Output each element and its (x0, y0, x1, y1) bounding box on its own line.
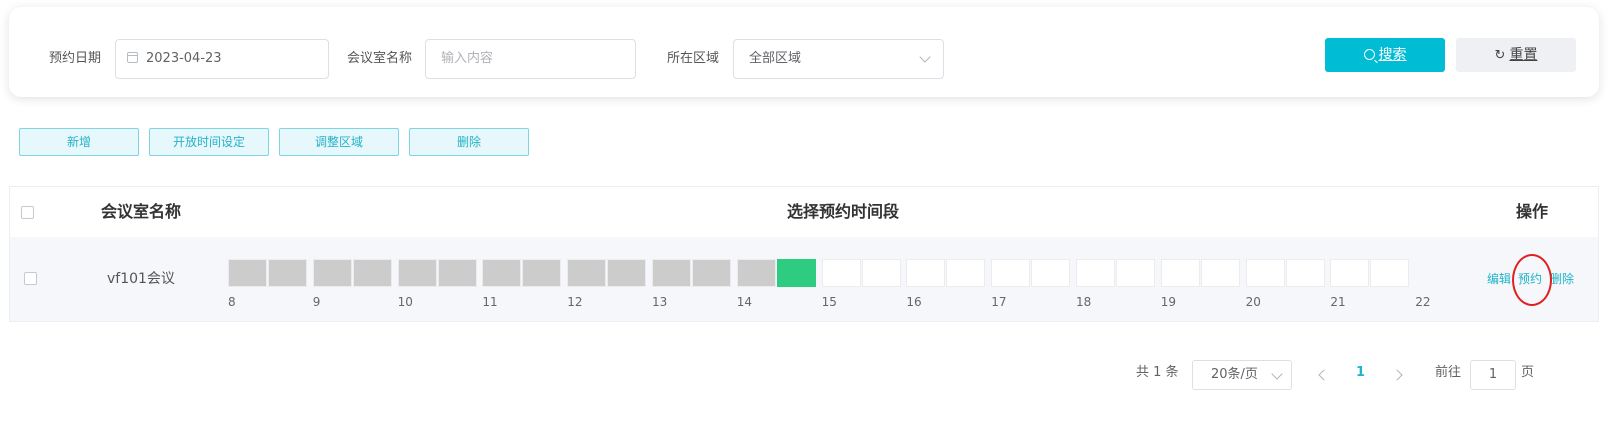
room-name-cell: vf101会议 (107, 271, 175, 287)
refresh-icon: ↻ (1494, 48, 1506, 63)
timeslot-free[interactable] (1285, 259, 1325, 287)
timeslot-free[interactable] (1370, 259, 1410, 287)
page-size-select[interactable]: 20条/页 (1192, 360, 1292, 390)
room-name-placeholder: 输入内容 (441, 51, 494, 66)
table-header: 会议室名称 选择预约时间段 操作 (10, 187, 1598, 238)
timeslot-free[interactable] (991, 259, 1031, 287)
reset-button-label: 重置 (1509, 47, 1538, 63)
hour-tick-label: 17 (991, 295, 1007, 309)
search-icon (1363, 49, 1375, 60)
room-name-input[interactable]: 输入内容 (425, 39, 636, 79)
room-table: 会议室名称 选择预约时间段 操作 vf101会议 8 9 10 11 12 13 14 15 1… (9, 186, 1599, 322)
total-count: 共 1 条 (1136, 365, 1179, 380)
timeslot-free[interactable] (1245, 259, 1285, 287)
next-page-icon[interactable] (1391, 369, 1403, 381)
hour-tick-label: 10 (397, 295, 413, 309)
timeslot-free[interactable] (861, 259, 901, 287)
chevron-down-icon (919, 51, 931, 63)
col-room-name: 会议室名称 (101, 202, 182, 221)
delete-selected-button[interactable]: 删除 (409, 128, 529, 156)
timeslot-booked[interactable] (352, 259, 392, 287)
hour-tick-label: 20 (1245, 295, 1261, 309)
hour-tick-label: 18 (1076, 295, 1092, 309)
timeslot-booked[interactable] (692, 259, 731, 287)
hour-tick-label: 22 (1415, 295, 1431, 309)
current-page[interactable]: 1 (1356, 358, 1365, 388)
goto-page-value: 1 (1488, 367, 1498, 382)
adjust-area-button[interactable]: 调整区域 (279, 128, 399, 156)
timeslot-booked[interactable] (397, 259, 437, 287)
timeslot-free[interactable] (1116, 259, 1155, 287)
area-label: 所在区域 (667, 51, 720, 66)
calendar-icon (127, 52, 138, 63)
goto-page-input[interactable]: 1 (1470, 360, 1516, 390)
timeslot-booked[interactable] (268, 259, 307, 287)
timeslot-booked[interactable] (522, 259, 562, 287)
hour-tick-label: 11 (482, 295, 498, 309)
delete-link[interactable]: 删除 (1550, 237, 1574, 321)
timeslot-booked[interactable] (607, 259, 647, 287)
chevron-down-icon (1271, 368, 1283, 380)
prev-page-icon[interactable] (1318, 369, 1330, 381)
room-name-label: 会议室名称 (347, 51, 413, 66)
row-checkbox[interactable] (24, 272, 37, 285)
highlight-circle (1512, 254, 1552, 306)
add-button[interactable]: 新增 (19, 128, 139, 156)
timeslot-booked[interactable] (482, 259, 522, 287)
goto-prefix: 前往 (1435, 365, 1462, 380)
timeslot-free[interactable] (1076, 259, 1115, 287)
date-picker[interactable]: 2023-04-23 (115, 39, 329, 79)
timeslot-selected[interactable] (776, 259, 816, 287)
col-operations: 操作 (1516, 202, 1549, 221)
timeslot-free[interactable] (1200, 259, 1240, 287)
hour-tick-label: 9 (312, 295, 321, 309)
select-all-checkbox[interactable] (21, 206, 34, 219)
hour-tick-label: 8 (228, 295, 236, 309)
timeslot-booked[interactable] (736, 259, 776, 287)
hour-tick-label: 14 (736, 295, 753, 309)
date-value: 2023-04-23 (146, 51, 222, 66)
col-timeslot: 选择预约时间段 (787, 202, 900, 221)
timeslot-free[interactable] (821, 259, 861, 287)
area-select[interactable]: 全部区域 (733, 39, 944, 79)
timeslot-free[interactable] (1031, 259, 1071, 287)
date-label: 预约日期 (49, 51, 102, 66)
open-time-button[interactable]: 开放时间设定 (149, 128, 269, 156)
search-button[interactable]: 搜索 (1325, 38, 1445, 72)
timeslot-booked[interactable] (228, 259, 267, 287)
edit-link[interactable]: 编辑 (1487, 237, 1511, 321)
timeslot-booked[interactable] (437, 259, 477, 287)
timeslot-free[interactable] (906, 259, 946, 287)
search-button-label: 搜索 (1378, 47, 1407, 63)
hour-tick-label: 15 (821, 295, 837, 309)
table-row: vf101会议 8 9 10 11 12 13 14 15 16 17 18 19 20 21 22 编辑 … (10, 237, 1598, 321)
hour-tick-label: 21 (1330, 295, 1346, 309)
page-size-value: 20条/页 (1211, 367, 1258, 382)
timeslot-free[interactable] (946, 259, 986, 287)
hour-tick-label: 16 (906, 295, 922, 309)
timeslot-booked[interactable] (567, 259, 607, 287)
timeslot-free[interactable] (1330, 259, 1370, 287)
hour-tick-label: 13 (652, 295, 668, 309)
goto-suffix: 页 (1521, 365, 1535, 380)
hour-tick-label: 19 (1160, 295, 1177, 309)
timeslot-booked[interactable] (312, 259, 352, 287)
timeslot-free[interactable] (1160, 259, 1200, 287)
area-value: 全部区域 (749, 51, 802, 66)
reset-button[interactable]: ↻ 重置 (1456, 38, 1576, 72)
hour-tick-label: 12 (567, 295, 583, 309)
timeslot-booked[interactable] (652, 259, 691, 287)
